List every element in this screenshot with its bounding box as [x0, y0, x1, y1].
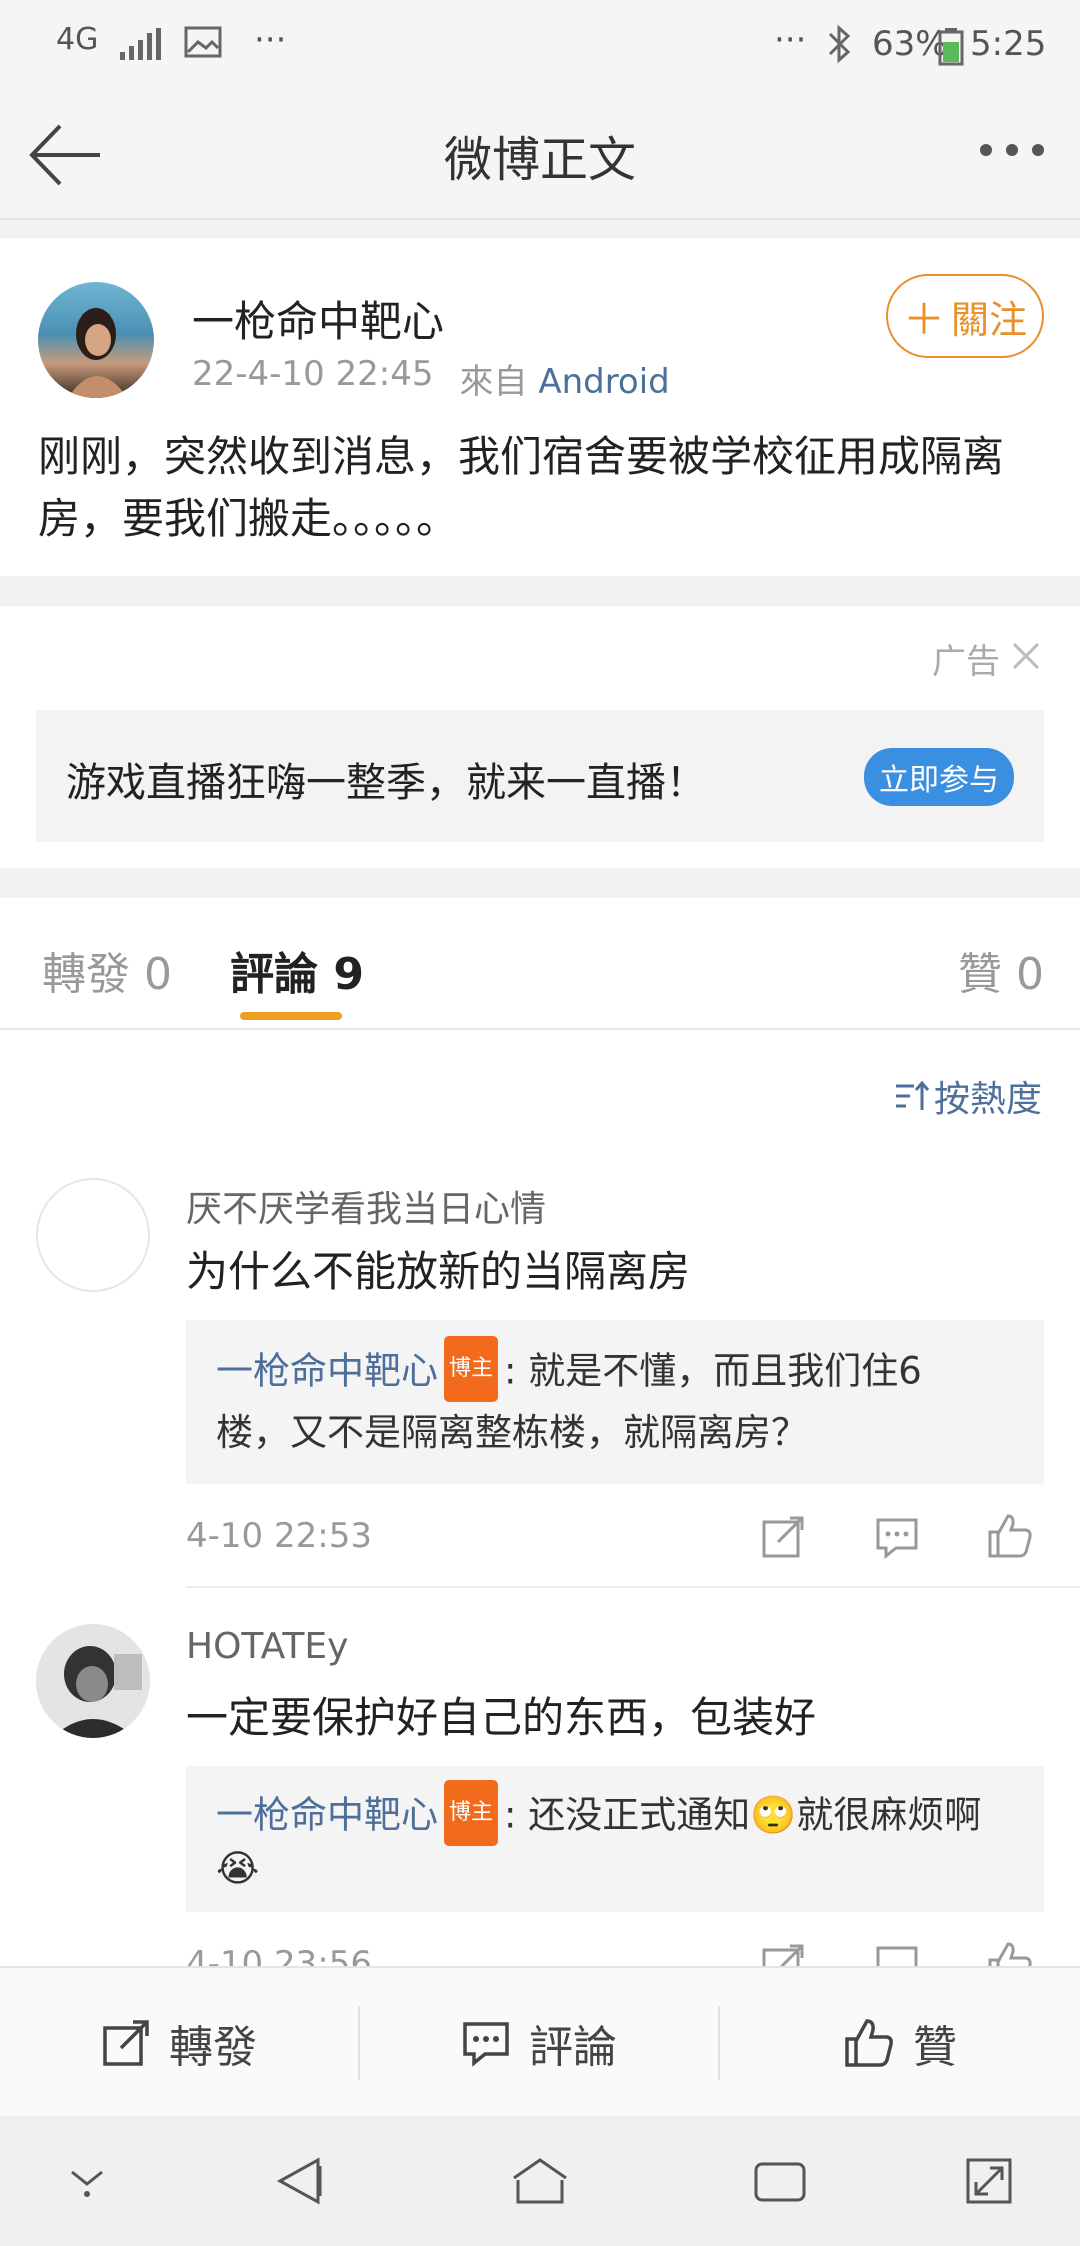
- post-card: 一枪命中靶心 22-4-10 22:45 來自 Android ＋關注 刚刚，突…: [0, 238, 1080, 576]
- bluetooth-icon: [826, 24, 852, 64]
- tab-likes[interactable]: 贊 0: [958, 938, 1044, 1002]
- reply-author[interactable]: 一枪命中靶心: [216, 1794, 438, 1837]
- reply-box[interactable]: 一枪命中靶心 博主: 就是不懂，而且我们住6 楼，又不是隔离整栋楼，就隔离房？: [186, 1320, 1044, 1484]
- blogger-badge: 博主: [444, 1336, 499, 1402]
- repost-label: 轉發: [169, 2022, 257, 2073]
- reply-author[interactable]: 一枪命中靶心: [216, 1350, 438, 1393]
- comment-divider: [186, 1586, 1080, 1588]
- hide-keyboard-icon[interactable]: [66, 2164, 108, 2198]
- reply-text: : 就是不懂，而且我们住6: [504, 1349, 922, 1393]
- repost-button[interactable]: 轉發: [0, 1968, 358, 2118]
- ad-text: 游戏直播狂嗨一整季，就来一直播！: [66, 760, 706, 806]
- signal-icon: [118, 26, 162, 62]
- comment-text: 为什么不能放新的当隔离房: [186, 1247, 691, 1296]
- reply-text-continued: 😭: [216, 1847, 260, 1890]
- image-icon: [184, 26, 222, 58]
- back-icon[interactable]: [274, 2156, 324, 2206]
- tab-repost[interactable]: 轉發 0: [42, 938, 172, 1002]
- avatar[interactable]: [36, 1624, 150, 1738]
- post-text: 刚刚，突然收到消息，我们宿舍要被学校征用成隔离房，要我们搬走。。。。。: [38, 432, 1005, 543]
- reply-text-continued: 楼，又不是隔离整栋楼，就隔离房？: [216, 1411, 808, 1454]
- ad-card: 广告 游戏直播狂嗨一整季，就来一直播！ 立即参与: [0, 606, 1080, 868]
- follow-button[interactable]: ＋關注: [886, 274, 1044, 358]
- battery-percent: 63%: [872, 24, 948, 64]
- reply-line: 一枪命中靶心 博主: 还没正式通知🙄就很麻烦啊: [216, 1780, 982, 1850]
- like-comment-icon[interactable]: [986, 1512, 1034, 1560]
- post-time: 22-4-10 22:45: [192, 354, 434, 394]
- author-avatar[interactable]: [38, 282, 154, 398]
- reply-box[interactable]: 一枪命中靶心 博主: 还没正式通知🙄就很麻烦啊 😭: [186, 1766, 1044, 1912]
- comment-time: 4-10 23:56: [186, 1944, 372, 1966]
- comment-button[interactable]: 評論: [360, 1968, 718, 2118]
- source-prefix: 來自: [459, 362, 528, 402]
- reply-comment-icon[interactable]: [874, 1514, 920, 1560]
- battery-icon: [938, 28, 964, 66]
- clock: 5:25: [970, 24, 1047, 64]
- reply-text: : 还没正式通知🙄就很麻烦啊: [504, 1793, 982, 1837]
- bottom-action-bar: 轉發 評論 贊: [0, 1966, 1080, 2116]
- comment-label: 評論: [529, 2022, 617, 2073]
- comment-author[interactable]: 厌不厌学看我当日心情: [186, 1180, 546, 1232]
- more-notifications-icon: ···: [254, 20, 287, 60]
- sort-icon: [894, 1078, 930, 1114]
- author-name[interactable]: 一枪命中靶心: [192, 288, 444, 349]
- status-bar: 4G ··· ··· 63% 5:25: [0, 0, 1080, 90]
- more-options-icon[interactable]: [976, 140, 1048, 160]
- plus-icon: ＋: [902, 294, 945, 344]
- comment-time: 4-10 22:53: [186, 1516, 372, 1556]
- comments-section: 轉發 0 評論 9 贊 0 按熱度 厌不厌学看我当日心情 为什么不能放新的当隔离…: [0, 898, 1080, 1966]
- like-button[interactable]: 贊: [720, 1968, 1080, 2118]
- like-comment-icon[interactable]: [986, 1940, 1034, 1966]
- post-meta: 22-4-10 22:45 來自 Android: [192, 354, 670, 403]
- network-indicator: 4G: [56, 22, 99, 57]
- comment-text: 一定要保护好自己的东西，包装好: [186, 1693, 817, 1742]
- blogger-badge: 博主: [444, 1780, 499, 1846]
- recent-apps-icon[interactable]: [752, 2160, 808, 2204]
- ad-banner[interactable]: 游戏直播狂嗨一整季，就来一直播！ 立即参与: [36, 710, 1044, 842]
- avatar[interactable]: [36, 1178, 150, 1292]
- nav-bar: 微博正文: [0, 90, 1080, 220]
- follow-label: 關注: [951, 297, 1028, 342]
- repost-comment-icon[interactable]: [760, 1942, 806, 1966]
- more-status-icon: ···: [774, 20, 807, 60]
- reply-comment-icon[interactable]: [874, 1942, 920, 1966]
- system-nav-bar: [0, 2116, 1080, 2246]
- close-ad-icon[interactable]: [1010, 640, 1042, 672]
- active-tab-indicator: [240, 1012, 342, 1020]
- source-name[interactable]: Android: [538, 362, 669, 402]
- repost-icon: [101, 2018, 151, 2068]
- sort-button[interactable]: 按熱度: [894, 1070, 1042, 1122]
- sort-label: 按熱度: [934, 1079, 1043, 1120]
- ad-tag: 广告: [932, 642, 1000, 682]
- join-button[interactable]: 立即参与: [864, 748, 1014, 806]
- repost-comment-icon[interactable]: [760, 1514, 806, 1560]
- fullscreen-icon[interactable]: [964, 2156, 1014, 2206]
- like-icon: [843, 2017, 895, 2069]
- home-icon[interactable]: [510, 2156, 570, 2206]
- like-label: 贊: [913, 2022, 957, 2073]
- tabs-divider: [0, 1028, 1080, 1030]
- page-title: 微博正文: [443, 132, 636, 188]
- comment-icon: [461, 2018, 511, 2068]
- tab-comments[interactable]: 評論 9: [230, 938, 364, 1002]
- post-source: 來自 Android: [460, 354, 670, 403]
- reply-line: 一枪命中靶心 博主: 就是不懂，而且我们住6: [216, 1336, 922, 1406]
- comment-author[interactable]: HOTATEy: [186, 1626, 348, 1667]
